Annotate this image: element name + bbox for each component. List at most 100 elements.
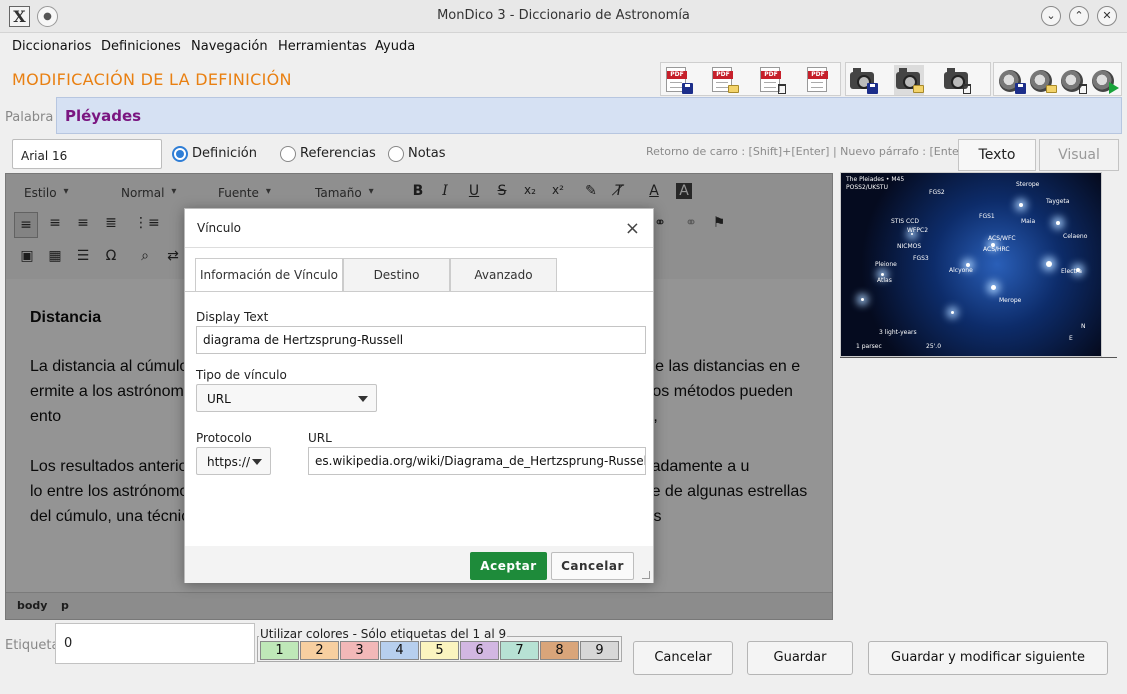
east-label: E [1069, 335, 1073, 342]
maximize-button[interactable]: ⌃ [1069, 6, 1089, 26]
image-toolbar [845, 62, 991, 96]
pdf-save-icon[interactable]: PDF [663, 65, 693, 95]
close-icon[interactable]: × [625, 218, 640, 239]
north-label: N [1081, 323, 1086, 330]
tab-visual[interactable]: Visual [1039, 139, 1119, 171]
instrument-label: ACS/WFC [988, 235, 1016, 242]
close-window-button[interactable]: ✕ [1097, 6, 1117, 26]
color-tag-9[interactable]: 9 [580, 641, 619, 660]
title-bar: X ● MonDico 3 - Diccionario de Astronomí… [0, 0, 1127, 33]
menu-herramientas[interactable]: Herramientas [278, 39, 367, 54]
radio-notas[interactable] [388, 146, 404, 162]
pdf-icon[interactable]: PDF [804, 65, 834, 95]
font-input[interactable]: Arial 16 [12, 139, 162, 169]
instrument-label: FGS1 [979, 213, 995, 220]
speaker-save-icon[interactable] [996, 65, 1026, 95]
minimize-button[interactable]: ⌄ [1041, 6, 1061, 26]
cancel-button[interactable]: Cancelar [633, 641, 733, 675]
color-tag-4[interactable]: 4 [380, 641, 419, 660]
star-label: Merope [999, 297, 1022, 304]
radio-definicion-label[interactable]: Definición [192, 146, 257, 161]
star-label: Atlas [877, 277, 892, 284]
chevron-down-icon [252, 459, 262, 465]
link-type-select[interactable]: URL [196, 384, 377, 412]
radio-referencias-label[interactable]: Referencias [300, 146, 376, 161]
star-label: Alcyone [949, 267, 973, 274]
scale-label: 1 parsec [856, 343, 882, 350]
etiqueta-input[interactable]: 0 [55, 623, 255, 664]
camera-save-icon[interactable] [848, 65, 878, 95]
speaker-delete-icon[interactable] [1058, 65, 1088, 95]
scale-label: 3 light-years [879, 329, 917, 336]
color-tag-8[interactable]: 8 [540, 641, 579, 660]
camera-delete-icon[interactable] [942, 65, 972, 95]
star-label: Sterope [1016, 181, 1040, 188]
pdf-delete-icon[interactable]: PDF [757, 65, 787, 95]
page-title: MODIFICACIÓN DE LA DEFINICIÓN [12, 70, 292, 89]
display-text-input[interactable]: diagrama de Hertzsprung-Russell [196, 326, 646, 354]
accept-button[interactable]: Aceptar [470, 552, 547, 580]
tab-link-info[interactable]: Información de Vínculo [195, 258, 343, 292]
speaker-open-icon[interactable] [1027, 65, 1057, 95]
palabra-label: Palabra [5, 110, 54, 125]
camera-open-icon[interactable] [894, 65, 924, 95]
star-label: Maia [1021, 218, 1036, 225]
instrument-label: FGS2 [929, 189, 945, 196]
palabra-value: Pléyades [65, 107, 142, 125]
tab-advanced[interactable]: Avanzado [450, 258, 557, 292]
star-label: Electra [1061, 268, 1082, 275]
link-type-label: Tipo de vínculo [196, 368, 287, 382]
protocol-value: https:// [207, 455, 251, 469]
save-button[interactable]: Guardar [747, 641, 853, 675]
star-label: Pleione [875, 261, 897, 268]
image-caption-title: The Pleiades • M45 [846, 176, 905, 183]
tab-texto[interactable]: Texto [958, 139, 1036, 171]
resize-handle[interactable] [642, 571, 650, 579]
dialog-title: Vínculo [197, 221, 242, 235]
color-tag-5[interactable]: 5 [420, 641, 459, 660]
instrument-label: NICMOS [897, 243, 922, 250]
color-tag-6[interactable]: 6 [460, 641, 499, 660]
tab-target[interactable]: Destino [343, 258, 450, 292]
pdf-toolbar: PDF PDF PDF PDF [660, 62, 841, 96]
menu-diccionarios[interactable]: Diccionarios [12, 39, 91, 54]
tab-divider [185, 291, 653, 292]
display-text-label: Display Text [196, 310, 269, 324]
save-and-next-button[interactable]: Guardar y modificar siguiente [868, 641, 1108, 675]
menu-definiciones[interactable]: Definiciones [101, 39, 181, 54]
instrument-label: WFPC2 [907, 227, 929, 234]
color-tag-7[interactable]: 7 [500, 641, 539, 660]
pleiades-image: The Pleiades • M45 POSS2/UKSTU Sterope T… [840, 172, 1102, 357]
etiqueta-label: Etiqueta [5, 638, 60, 653]
protocol-select[interactable]: https:// [196, 447, 271, 475]
link-type-value: URL [207, 392, 231, 406]
pdf-open-icon[interactable]: PDF [709, 65, 739, 95]
instrument-label: FGS3 [913, 255, 929, 262]
color-tag-3[interactable]: 3 [340, 641, 379, 660]
radio-referencias[interactable] [280, 146, 296, 162]
chevron-down-icon [358, 396, 368, 402]
radio-notas-label[interactable]: Notas [408, 146, 446, 161]
radio-definicion[interactable] [172, 146, 188, 162]
dialog-cancel-button[interactable]: Cancelar [551, 552, 634, 580]
menu-ayuda[interactable]: Ayuda [375, 39, 415, 54]
link-dialog: Vínculo × Información de Vínculo Destino… [184, 208, 654, 583]
dialog-divider [185, 247, 653, 248]
window-title: MonDico 3 - Diccionario de Astronomía [437, 8, 690, 23]
color-tag-2[interactable]: 2 [300, 641, 339, 660]
scale-label: 25'.0 [926, 343, 942, 350]
protocol-label: Protocolo [196, 431, 252, 445]
menu-navegacion[interactable]: Navegación [191, 39, 268, 54]
speaker-play-icon[interactable] [1089, 65, 1119, 95]
image-frame [840, 357, 1117, 358]
audio-toolbar [993, 62, 1122, 96]
instrument-label: ACS/HRC [983, 246, 1010, 253]
keyboard-hint: Retorno de carro : [Shift]+[Enter] | Nue… [646, 145, 968, 158]
menu-bar: Diccionarios Definiciones Navegación Her… [0, 34, 1127, 60]
url-label: URL [308, 431, 332, 445]
url-input[interactable]: es.wikipedia.org/wiki/Diagrama_de_Hertzs… [308, 447, 646, 475]
star-label: Celaeno [1063, 233, 1088, 240]
palabra-field[interactable]: Pléyades [56, 97, 1122, 134]
color-tag-1[interactable]: 1 [260, 641, 299, 660]
image-caption-source: POSS2/UKSTU [846, 184, 888, 191]
